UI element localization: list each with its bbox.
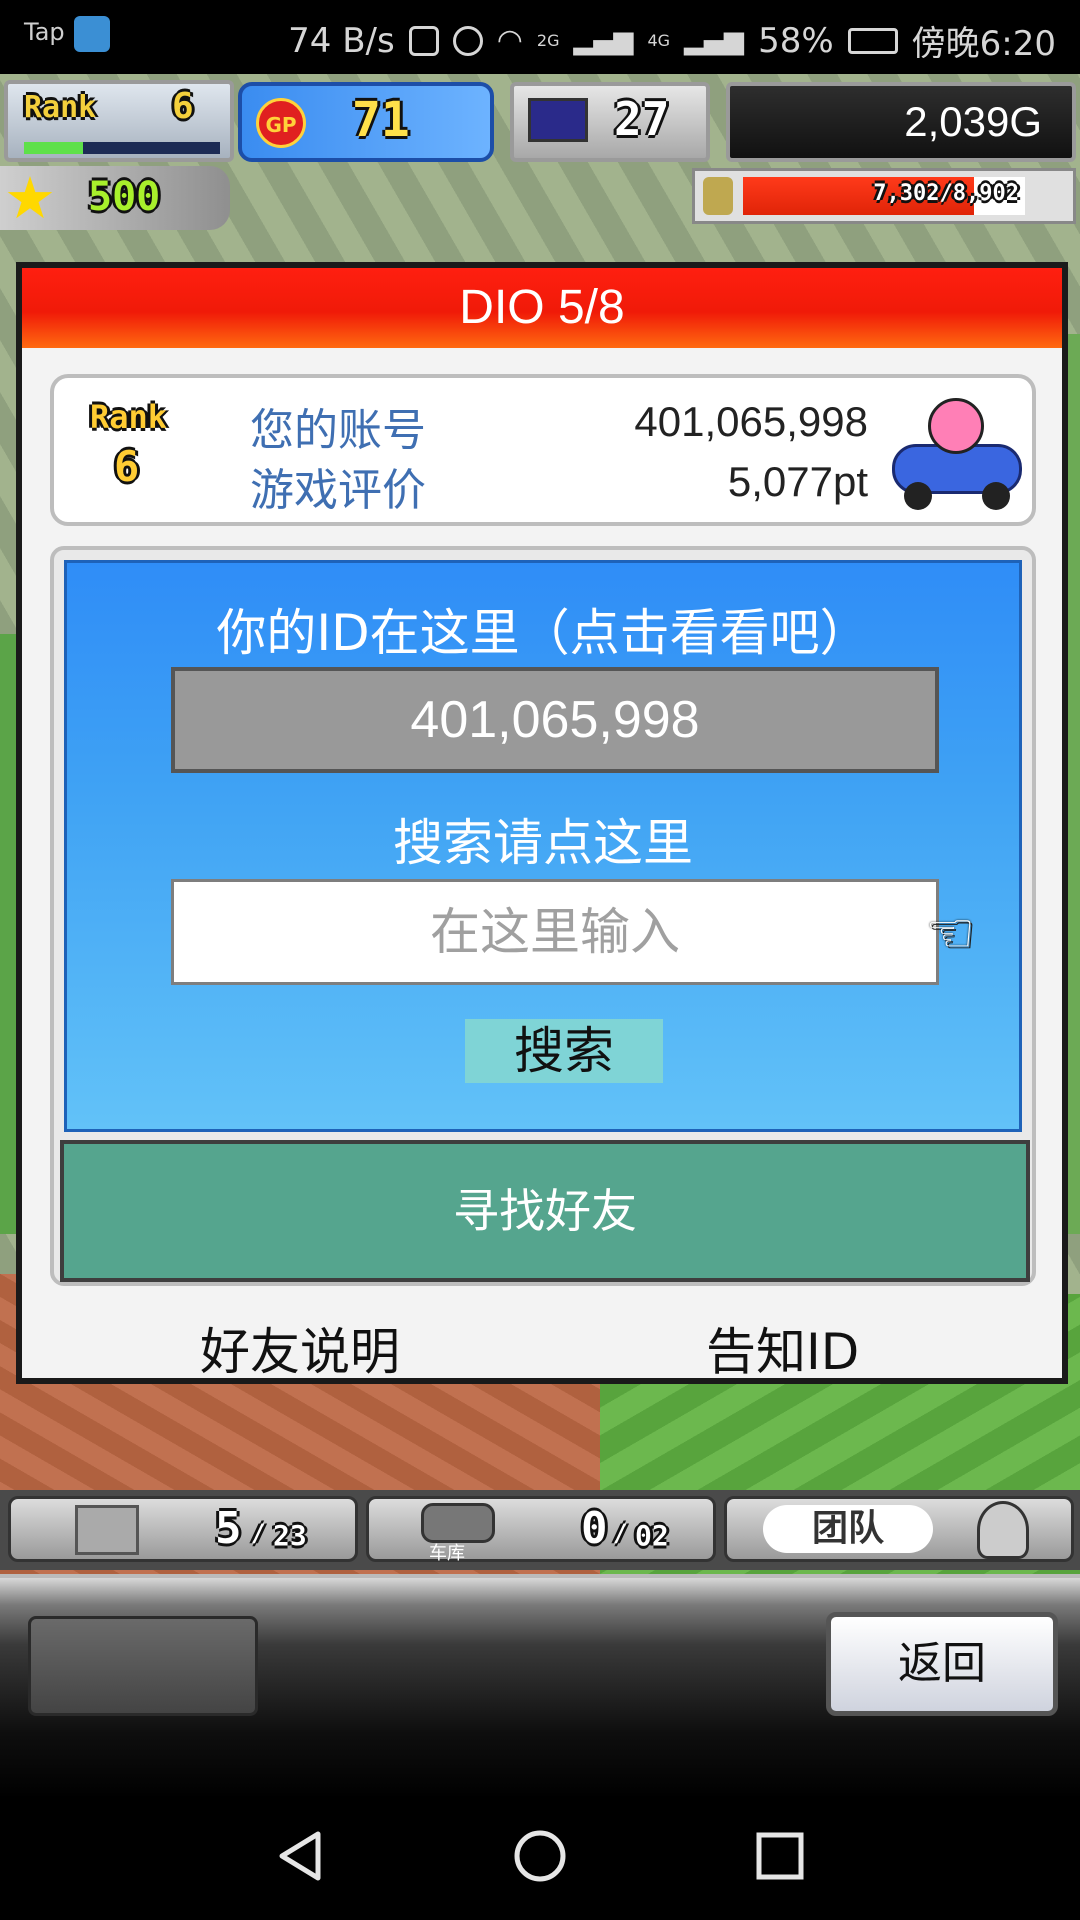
back-button[interactable]: 返回	[826, 1612, 1058, 1716]
rank-panel[interactable]: Rank 6	[4, 80, 234, 162]
tap-app-label: Tap	[24, 18, 65, 46]
star-value: 500	[88, 174, 161, 220]
rank-value: 6	[172, 86, 194, 127]
gp-value: 71	[352, 92, 410, 148]
back-triangle-icon[interactable]	[270, 1826, 330, 1886]
signal-2g-label: 2G	[536, 31, 560, 50]
rank-progress-fill	[24, 142, 83, 154]
storage-count: 5	[215, 1503, 242, 1554]
staff-avatar-icon	[977, 1501, 1029, 1559]
rank-label: Rank	[24, 90, 97, 125]
rating-value: 5,077pt	[727, 458, 868, 505]
friend-id-input[interactable]	[171, 879, 939, 985]
alarm-icon	[452, 25, 483, 56]
car-wheel-icon	[982, 482, 1010, 510]
account-value: 401,065,998	[634, 398, 868, 445]
garage-label: 车库	[429, 1543, 465, 1564]
card-rank-label: Rank	[90, 398, 168, 436]
account-card: Rank 6 您的账号 游戏评价 401,065,998 5,077pt	[50, 374, 1036, 526]
status-bar: Tap 74 B/s ◠ 2G ▂▄▆ 4G ▂▄▆ 58% 傍晚6:20	[0, 0, 1080, 74]
net-speed: 74 B/s	[288, 20, 395, 61]
star-panel[interactable]: ★ 500	[0, 166, 230, 230]
id-prompt: 你的ID在这里（点击看看吧）	[216, 604, 870, 662]
garage-separator: /	[613, 1519, 628, 1547]
empty-slot	[28, 1616, 258, 1716]
garage-stat[interactable]: 车库 0 / 02	[366, 1496, 716, 1564]
id-search-area: 你的ID在这里（点击看看吧） 401,065,998 搜索请点这里 ☜ 搜索	[64, 560, 1022, 1132]
bottom-stats-bar: 5 / 23 车库 0 / 02 团队	[0, 1490, 1080, 1570]
storage-stat[interactable]: 5 / 23	[8, 1496, 358, 1562]
tap-app-icon	[74, 16, 110, 52]
driver-icon	[928, 398, 984, 454]
recents-square-icon[interactable]	[750, 1826, 810, 1886]
home-circle-icon[interactable]	[510, 1826, 570, 1886]
gp-panel[interactable]: GP 71	[238, 82, 494, 162]
resource-panel[interactable]: 7,302/8,902	[692, 168, 1076, 224]
crate-icon	[75, 1505, 139, 1555]
star-icon: ★	[4, 164, 56, 232]
signal-4g-icon: ▂▄▆	[684, 25, 745, 56]
bottom-panel: 返回	[0, 1574, 1080, 1800]
vibrate-icon	[408, 25, 439, 56]
rank-progress-track	[24, 142, 220, 154]
battery-icon	[847, 27, 898, 54]
garage-count: 0	[581, 1503, 608, 1554]
garage-max: 02	[635, 1519, 669, 1552]
signal-4g-label: 4G	[647, 31, 671, 50]
resource-bar-track: 7,302/8,902	[743, 177, 1025, 215]
id-panel: 你的ID在这里（点击看看吧） 401,065,998 搜索请点这里 ☜ 搜索 寻…	[50, 546, 1036, 1286]
friend-help-link[interactable]: 好友说明	[200, 1312, 400, 1384]
team-stat[interactable]: 团队	[724, 1496, 1074, 1562]
computer-icon	[528, 98, 588, 142]
pointing-hand-icon: ☜	[925, 901, 976, 966]
notify-id-link[interactable]: 告知ID	[706, 1312, 859, 1384]
card-rank-value: 6	[114, 442, 140, 491]
dialog-title: DIO 5/8	[22, 268, 1062, 348]
find-friend-button[interactable]: 寻找好友	[60, 1140, 1030, 1282]
car-wheel-icon	[904, 482, 932, 510]
status-icons: 74 B/s ◠ 2G ▂▄▆ 4G ▂▄▆ 58% 傍晚6:20	[288, 16, 1056, 65]
friend-dialog: DIO 5/8 Rank 6 您的账号 游戏评价 401,065,998 5,0…	[16, 262, 1068, 1384]
storage-max: 23	[273, 1519, 307, 1552]
gold-panel: 2,039G	[726, 82, 1076, 162]
account-label: 您的账号	[250, 405, 426, 456]
wifi-icon: ◠	[496, 23, 523, 58]
garage-car-icon	[421, 1503, 495, 1543]
computer-value: 27	[614, 92, 670, 146]
battery-percent: 58%	[758, 20, 834, 61]
my-id-display[interactable]: 401,065,998	[171, 667, 939, 773]
search-prompt: 搜索请点这里	[393, 814, 693, 872]
team-label: 团队	[763, 1505, 933, 1553]
player-car-avatar	[882, 386, 1032, 516]
storage-separator: /	[251, 1519, 266, 1547]
search-button[interactable]: 搜索	[465, 1019, 663, 1083]
signal-2g-icon: ▂▄▆	[573, 25, 634, 56]
gp-coin-icon: GP	[256, 98, 306, 148]
system-nav-bar	[0, 1796, 1080, 1920]
resource-bar-text: 7,302/8,902	[873, 181, 1019, 206]
computer-panel[interactable]: 27	[510, 82, 710, 162]
rating-label: 游戏评价	[250, 465, 426, 516]
clock: 傍晚6:20	[911, 24, 1056, 64]
money-stack-icon	[703, 177, 733, 215]
gold-value: 2,039G	[904, 98, 1042, 145]
